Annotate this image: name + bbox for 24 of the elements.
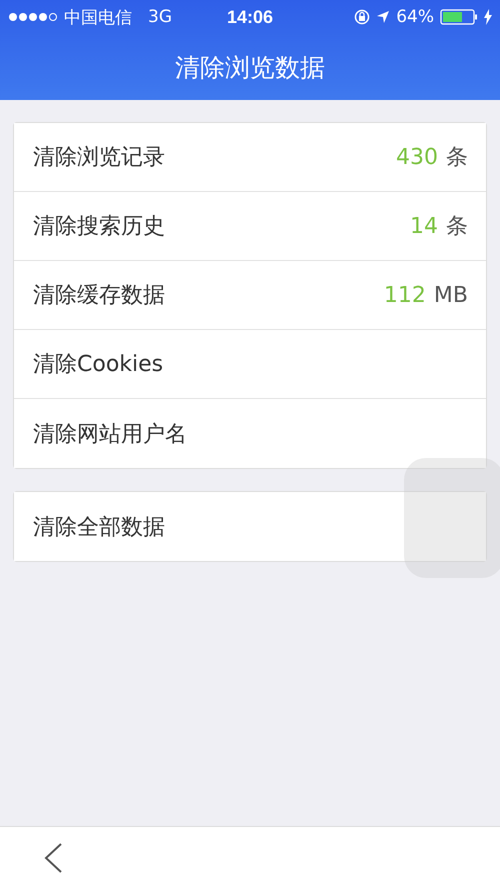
settings-row[interactable]: 清除浏览记录 430 条 — [14, 123, 486, 192]
row-label: 清除全部数据 — [33, 514, 165, 542]
signal-icon — [8, 12, 58, 22]
network-type: 3G — [148, 7, 172, 27]
page-title: 清除浏览数据 — [175, 52, 325, 84]
charging-bolt-icon — [484, 9, 492, 25]
row-label: 清除浏览记录 — [33, 144, 165, 172]
count-unit: MB — [434, 282, 468, 308]
row-label: 清除搜索历史 — [33, 213, 165, 241]
carrier-name: 中国电信 — [64, 6, 132, 28]
battery-icon — [440, 9, 478, 25]
settings-row[interactable]: 清除全部数据 — [14, 492, 486, 561]
row-label: 清除缓存数据 — [33, 282, 165, 310]
item-count: 14 — [410, 214, 438, 239]
row-label: 清除Cookies — [33, 351, 164, 379]
rotation-lock-icon — [354, 9, 370, 25]
location-arrow-icon — [376, 10, 390, 24]
row-label: 清除网站用户名 — [33, 420, 187, 448]
item-count: 112 — [384, 282, 426, 308]
status-time: 14:06 — [226, 6, 274, 28]
battery-percent: 64% — [396, 7, 434, 27]
count-unit: 条 — [446, 213, 468, 241]
item-count: 430 — [396, 145, 438, 170]
count-unit: 条 — [446, 144, 468, 172]
